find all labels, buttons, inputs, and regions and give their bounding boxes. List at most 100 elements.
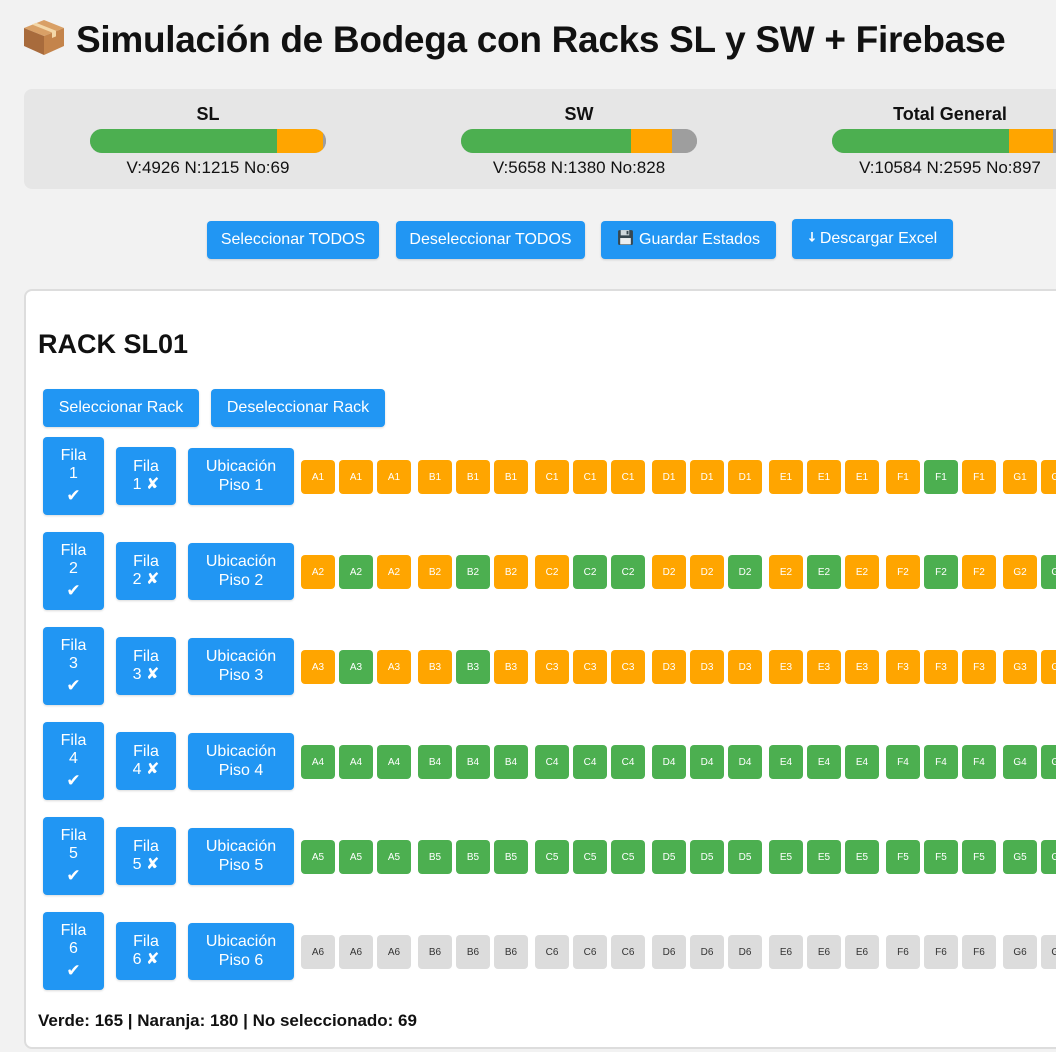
select-floor-button[interactable]: Ubicación Piso 2: [188, 543, 294, 600]
location-cell[interactable]: F5: [924, 840, 958, 874]
location-cell[interactable]: E1: [845, 460, 879, 494]
location-cell[interactable]: D3: [652, 650, 686, 684]
location-cell[interactable]: E1: [769, 460, 803, 494]
location-cell[interactable]: G1: [1041, 460, 1056, 494]
location-cell[interactable]: A3: [339, 650, 373, 684]
location-cell[interactable]: C4: [611, 745, 645, 779]
location-cell[interactable]: C2: [573, 555, 607, 589]
select-row-button[interactable]: Fila 6 ✔: [43, 912, 104, 990]
location-cell[interactable]: D6: [652, 935, 686, 969]
location-cell[interactable]: C2: [535, 555, 569, 589]
deselect-row-button[interactable]: Fila 4 ✘: [116, 732, 176, 790]
location-cell[interactable]: B4: [456, 745, 490, 779]
location-cell[interactable]: D4: [652, 745, 686, 779]
location-cell[interactable]: B6: [494, 935, 528, 969]
select-row-button[interactable]: Fila 5 ✔: [43, 817, 104, 895]
location-cell[interactable]: E6: [845, 935, 879, 969]
location-cell[interactable]: F1: [924, 460, 958, 494]
deselect-all-button[interactable]: Deseleccionar TODOS: [396, 221, 585, 259]
location-cell[interactable]: F4: [886, 745, 920, 779]
location-cell[interactable]: F4: [962, 745, 996, 779]
location-cell[interactable]: E1: [807, 460, 841, 494]
location-cell[interactable]: A3: [377, 650, 411, 684]
location-cell[interactable]: G5: [1003, 840, 1037, 874]
location-cell[interactable]: E6: [807, 935, 841, 969]
location-cell[interactable]: G6: [1041, 935, 1056, 969]
location-cell[interactable]: G3: [1041, 650, 1056, 684]
location-cell[interactable]: F1: [962, 460, 996, 494]
deselect-row-button[interactable]: Fila 5 ✘: [116, 827, 176, 885]
location-cell[interactable]: C5: [535, 840, 569, 874]
location-cell[interactable]: G4: [1003, 745, 1037, 779]
location-cell[interactable]: B6: [456, 935, 490, 969]
location-cell[interactable]: C1: [535, 460, 569, 494]
location-cell[interactable]: A6: [377, 935, 411, 969]
select-row-button[interactable]: Fila 3 ✔: [43, 627, 104, 705]
location-cell[interactable]: E4: [769, 745, 803, 779]
location-cell[interactable]: C5: [573, 840, 607, 874]
location-cell[interactable]: F5: [886, 840, 920, 874]
location-cell[interactable]: C3: [611, 650, 645, 684]
location-cell[interactable]: G4: [1041, 745, 1056, 779]
download-excel-button[interactable]: Descargar Excel: [792, 219, 953, 259]
deselect-row-button[interactable]: Fila 6 ✘: [116, 922, 176, 980]
location-cell[interactable]: B2: [494, 555, 528, 589]
location-cell[interactable]: C5: [611, 840, 645, 874]
location-cell[interactable]: E2: [769, 555, 803, 589]
location-cell[interactable]: B2: [418, 555, 452, 589]
location-cell[interactable]: C1: [573, 460, 607, 494]
location-cell[interactable]: A5: [301, 840, 335, 874]
location-cell[interactable]: B6: [418, 935, 452, 969]
select-floor-button[interactable]: Ubicación Piso 5: [188, 828, 294, 885]
location-cell[interactable]: E2: [807, 555, 841, 589]
location-cell[interactable]: F2: [962, 555, 996, 589]
location-cell[interactable]: A5: [377, 840, 411, 874]
location-cell[interactable]: E3: [845, 650, 879, 684]
location-cell[interactable]: D4: [690, 745, 724, 779]
location-cell[interactable]: B5: [494, 840, 528, 874]
location-cell[interactable]: G1: [1003, 460, 1037, 494]
location-cell[interactable]: E4: [845, 745, 879, 779]
select-row-button[interactable]: Fila 2 ✔: [43, 532, 104, 610]
location-cell[interactable]: D2: [690, 555, 724, 589]
location-cell[interactable]: A3: [301, 650, 335, 684]
location-cell[interactable]: D2: [728, 555, 762, 589]
location-cell[interactable]: A6: [301, 935, 335, 969]
deselect-rack-button[interactable]: Deseleccionar Rack: [211, 389, 385, 427]
deselect-row-button[interactable]: Fila 2 ✘: [116, 542, 176, 600]
location-cell[interactable]: C6: [573, 935, 607, 969]
location-cell[interactable]: D6: [728, 935, 762, 969]
location-cell[interactable]: C6: [611, 935, 645, 969]
location-cell[interactable]: D3: [728, 650, 762, 684]
save-states-button[interactable]: Guardar Estados: [601, 221, 776, 259]
location-cell[interactable]: D5: [690, 840, 724, 874]
location-cell[interactable]: C6: [535, 935, 569, 969]
location-cell[interactable]: A4: [339, 745, 373, 779]
location-cell[interactable]: F6: [962, 935, 996, 969]
location-cell[interactable]: B5: [418, 840, 452, 874]
select-rack-button[interactable]: Seleccionar Rack: [43, 389, 199, 427]
location-cell[interactable]: D3: [690, 650, 724, 684]
deselect-row-button[interactable]: Fila 1 ✘: [116, 447, 176, 505]
location-cell[interactable]: F6: [886, 935, 920, 969]
location-cell[interactable]: G6: [1003, 935, 1037, 969]
location-cell[interactable]: E3: [769, 650, 803, 684]
location-cell[interactable]: C4: [573, 745, 607, 779]
location-cell[interactable]: B3: [418, 650, 452, 684]
location-cell[interactable]: A5: [339, 840, 373, 874]
location-cell[interactable]: F1: [886, 460, 920, 494]
location-cell[interactable]: F2: [886, 555, 920, 589]
location-cell[interactable]: F2: [924, 555, 958, 589]
select-all-button[interactable]: Seleccionar TODOS: [207, 221, 379, 259]
location-cell[interactable]: B3: [456, 650, 490, 684]
location-cell[interactable]: A1: [301, 460, 335, 494]
location-cell[interactable]: G5: [1041, 840, 1056, 874]
location-cell[interactable]: B4: [494, 745, 528, 779]
select-floor-button[interactable]: Ubicación Piso 6: [188, 923, 294, 980]
location-cell[interactable]: B1: [494, 460, 528, 494]
location-cell[interactable]: E5: [769, 840, 803, 874]
location-cell[interactable]: E3: [807, 650, 841, 684]
location-cell[interactable]: F4: [924, 745, 958, 779]
location-cell[interactable]: A2: [339, 555, 373, 589]
location-cell[interactable]: C4: [535, 745, 569, 779]
